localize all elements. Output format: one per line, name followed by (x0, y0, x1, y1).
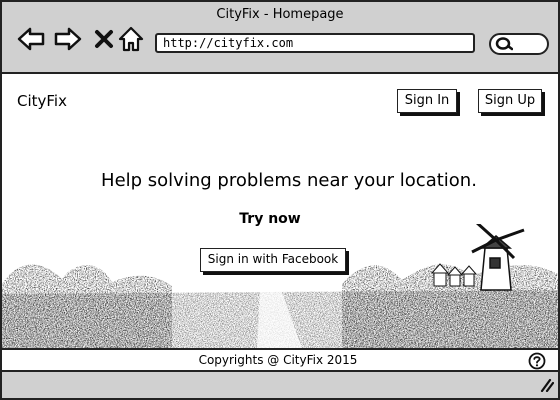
brand-logo[interactable]: CityFix (17, 92, 67, 110)
forward-arrow-icon[interactable] (54, 25, 82, 53)
url-input[interactable]: http://cityfix.com (155, 33, 475, 53)
try-now-heading: Try now (239, 211, 301, 227)
back-arrow-icon[interactable] (17, 25, 45, 53)
close-x-icon[interactable] (90, 25, 118, 53)
hero-tagline: Help solving problems near your location… (101, 170, 477, 191)
facebook-sign-in-button[interactable]: Sign in with Facebook (200, 248, 346, 272)
browser-search-box[interactable] (489, 33, 549, 55)
help-icon[interactable] (528, 352, 546, 370)
sign-up-button[interactable]: Sign Up (478, 89, 542, 113)
search-icon (495, 37, 513, 51)
browser-toolbar: CityFix - Homepage http://cityfix.com (2, 2, 558, 74)
copyright-text: Copyrights @ CityFix 2015 (198, 353, 358, 367)
page-footer: Copyrights @ CityFix 2015 (2, 348, 558, 372)
resize-grip-icon[interactable] (538, 378, 554, 392)
page-content: CityFix Sign In Sign Up Help solving pro… (2, 74, 558, 348)
browser-window: CityFix - Homepage http://cityfix.com Ci… (0, 0, 560, 400)
window-title: CityFix - Homepage (216, 7, 344, 22)
status-bar (2, 372, 558, 398)
landscape-with-windmill-image (2, 224, 558, 348)
sign-in-button[interactable]: Sign In (397, 89, 457, 113)
home-icon[interactable] (117, 25, 145, 53)
